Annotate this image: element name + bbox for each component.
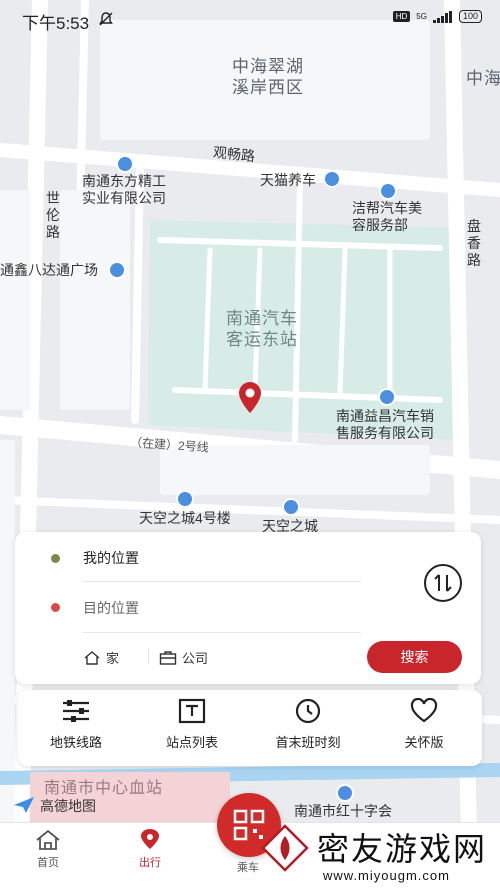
poi-jiebang-label[interactable]: 洁帮汽车美 容服务部	[352, 200, 422, 234]
destination-field[interactable]: 目的位置	[83, 598, 139, 618]
action-station-list[interactable]: 站点列表	[142, 698, 242, 762]
station-list-icon	[178, 698, 206, 724]
action-care-mode-label: 关怀版	[404, 735, 444, 750]
action-timetable-label: 首末班时刻	[275, 735, 341, 750]
poi-dongfang-label[interactable]: 南通东方精工 实业有限公司	[82, 173, 166, 207]
poi-tianmao-label[interactable]: 天猫养车	[260, 172, 316, 189]
sliders-icon	[63, 700, 89, 722]
poi-tianmao-icon[interactable]	[323, 170, 341, 188]
divider	[83, 632, 361, 633]
clock-icon	[295, 698, 321, 724]
action-metro-lines[interactable]: 地铁线路	[26, 698, 126, 762]
home-icon	[36, 829, 60, 850]
bell-muted-icon	[99, 12, 113, 26]
nav-travel[interactable]: 出行	[120, 829, 180, 870]
action-timetable[interactable]: 首末班时刻	[258, 698, 358, 762]
shortcut-company-label: 公司	[182, 651, 209, 666]
shortcut-company[interactable]: 公司	[159, 648, 208, 667]
poi-tiankong4-icon[interactable]	[176, 490, 194, 508]
network-label: 5G	[416, 12, 427, 21]
station-label[interactable]: 南通汽车 客运东站	[226, 308, 298, 350]
amap-logo-label: 高德地图	[40, 798, 96, 814]
status-bar: 下午5:53 HD 5G 100	[0, 0, 500, 38]
poi-yichang-label[interactable]: 南通益昌汽车销 售服务有限公司	[336, 408, 434, 442]
poi-jiebang-icon[interactable]	[379, 182, 397, 200]
heart-icon	[410, 698, 438, 723]
map-pin-icon	[141, 829, 159, 849]
status-icons: HD 5G 100	[392, 10, 482, 23]
origin-dot	[51, 554, 60, 563]
amap-logo-icon	[14, 797, 34, 813]
poi-blood-label[interactable]: 南通市中心血站	[44, 778, 163, 799]
nav-home[interactable]: 首页	[18, 829, 78, 870]
poi-tiankong-icon[interactable]	[282, 498, 300, 516]
poi-tongxin-label[interactable]: 通鑫八达通广场	[0, 262, 98, 279]
action-metro-lines-label: 地铁线路	[49, 735, 102, 750]
watermark-name: 密友游戏网	[317, 830, 488, 868]
location-pin-icon[interactable]	[236, 382, 264, 414]
watermark-url: www.miyougm.com	[323, 868, 450, 883]
district-edge-label: 中海	[466, 69, 500, 88]
swap-button[interactable]	[424, 564, 462, 602]
signal-icon	[432, 10, 452, 23]
status-time: 下午5:53	[22, 14, 90, 33]
battery-icon: 100	[458, 10, 482, 23]
divider	[83, 581, 361, 582]
swap-icon	[434, 574, 452, 592]
action-station-list-label: 站点列表	[165, 735, 218, 750]
quick-actions: 地铁线路 站点列表 首末班时刻 关怀版	[18, 690, 482, 766]
nav-home-label: 首页	[37, 857, 59, 869]
route-panel: 我的位置 目的位置 家 公司 搜索	[15, 532, 481, 684]
poi-yichang-icon[interactable]	[378, 388, 396, 406]
watermark: 密友游戏网 www.miyougm.com	[255, 818, 500, 889]
origin-field[interactable]: 我的位置	[83, 548, 139, 568]
shortcut-home[interactable]: 家	[83, 648, 119, 667]
briefcase-icon	[159, 650, 177, 665]
shortcut-home-label: 家	[106, 651, 120, 666]
district-label: 中海翠湖 溪岸西区	[232, 57, 304, 97]
watermark-logo-icon	[261, 824, 309, 872]
nav-travel-label: 出行	[139, 857, 161, 869]
poi-tongxin-icon[interactable]	[108, 261, 126, 279]
poi-dongfang-icon[interactable]	[116, 155, 134, 173]
home-icon	[84, 650, 100, 665]
hd-icon: HD	[392, 11, 411, 22]
poi-redcross-icon[interactable]	[336, 784, 354, 802]
poi-tiankong4-label[interactable]: 天空之城4号楼	[139, 510, 231, 527]
road-panxiang-label: 盘 香 路	[467, 218, 481, 268]
destination-dot	[51, 603, 60, 612]
action-care-mode[interactable]: 关怀版	[374, 698, 474, 762]
road-shilun-label: 世 伦 路	[46, 190, 60, 240]
search-button[interactable]: 搜索	[367, 641, 462, 673]
divider	[148, 648, 149, 664]
